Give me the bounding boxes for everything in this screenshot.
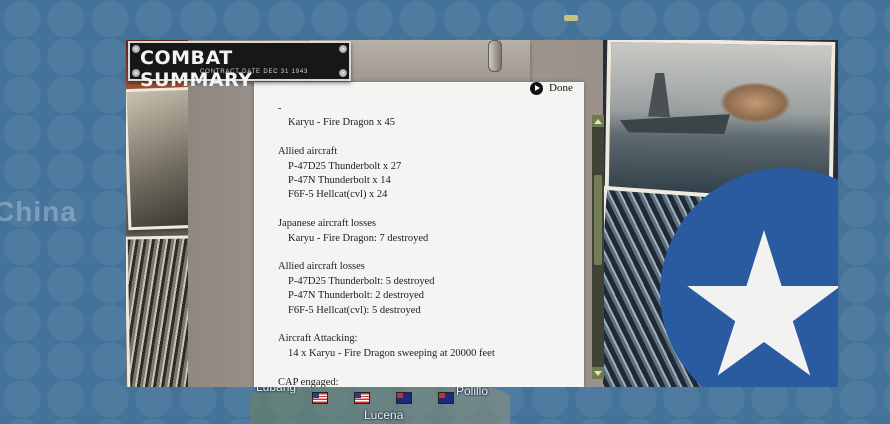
report-line: Karyu - Fire Dragon x 45 [288, 117, 396, 129]
scroll-up-arrow-icon[interactable] [592, 115, 604, 127]
title-plate: COMBAT SUMMARY CONTRACT DATE DEC 31 1943 [128, 41, 351, 91]
report-section-header: CAP engaged: [278, 376, 339, 387]
report-line: P-47D25 Thunderbolt x 27 [288, 160, 402, 172]
done-button[interactable]: Done [530, 80, 573, 96]
us-flag-icon[interactable] [354, 392, 370, 404]
scroll-thumb[interactable] [594, 175, 602, 265]
report-scrollbar[interactable] [592, 115, 604, 379]
map-place-lucena: Lucena [364, 408, 404, 422]
dialog-subtitle: CONTRACT DATE DEC 31 1943 [200, 69, 309, 75]
report-line: F6F-5 Hellcat(cvl): 5 destroyed [288, 304, 421, 316]
us-flag-icon[interactable] [312, 392, 328, 404]
right-photo-collage [589, 40, 838, 387]
report-section-header: Japanese aircraft losses [278, 218, 376, 230]
bolt-icon [132, 45, 140, 53]
report-line: P-47N Thunderbolt: 2 destroyed [288, 290, 424, 302]
arrow-right-circle-icon [530, 81, 543, 95]
scroll-down-arrow-icon[interactable] [592, 367, 604, 379]
ship-hull [620, 112, 730, 134]
report-section-header: Aircraft Attacking: [278, 333, 358, 345]
map-region-label: China [0, 196, 77, 227]
combat-report-text: - Karyu - Fire Dragon x 45 Allied aircra… [278, 102, 578, 387]
report-line: Karyu - Fire Dragon: 7 destroyed [288, 232, 429, 244]
australia-flag-icon[interactable] [438, 392, 454, 404]
australia-flag-icon[interactable] [396, 392, 412, 404]
report-line: F6F-5 Hellcat(cvl) x 24 [288, 189, 388, 201]
report-line: - [278, 103, 282, 114]
report-section-header: Allied aircraft [278, 146, 338, 158]
gun-smoke [719, 82, 791, 124]
report-line: 14 x Karyu - Fire Dragon sweeping at 200… [288, 347, 495, 359]
report-paper: - Karyu - Fire Dragon x 45 Allied aircra… [254, 82, 584, 387]
report-section-header: Allied aircraft losses [278, 261, 365, 273]
ship-tower [648, 73, 671, 117]
report-line: P-47N Thunderbolt x 14 [288, 175, 391, 187]
bolt-icon [132, 69, 140, 77]
ship-unit-icon[interactable] [564, 15, 578, 21]
done-label: Done [549, 82, 573, 94]
report-line: P-47D25 Thunderbolt: 5 destroyed [288, 275, 435, 287]
crowd-photo [126, 235, 196, 387]
clip-ring-icon [488, 40, 502, 72]
combat-summary-window: - Karyu - Fire Dragon x 45 Allied aircra… [126, 40, 838, 387]
